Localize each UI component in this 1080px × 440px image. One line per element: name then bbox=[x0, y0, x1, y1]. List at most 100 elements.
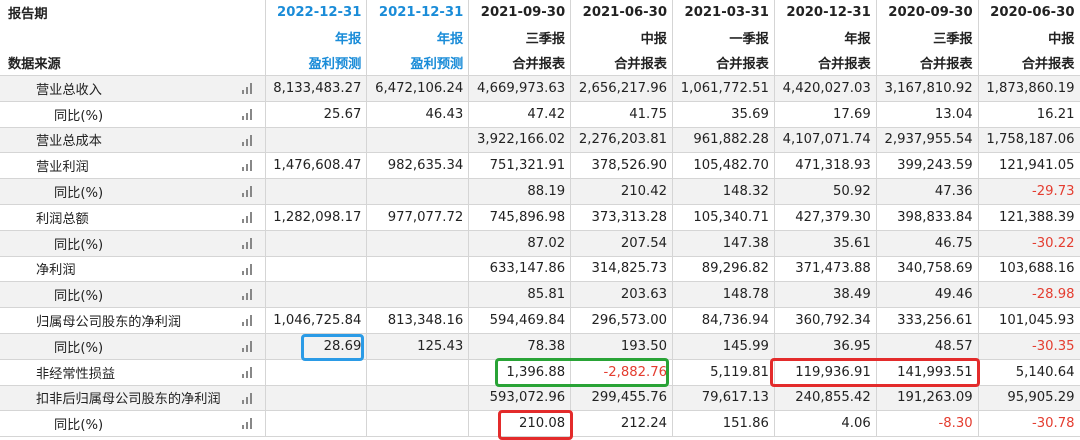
table-row: 非经常性损益 1,396.88 -2,882.76 5,119.81 119,936.9… bbox=[0, 359, 1080, 386]
table-cell: 427,379.30 bbox=[774, 204, 877, 231]
table-cell: 3,922,166.02 bbox=[468, 127, 572, 154]
period-header[interactable]: 2020-12-31 bbox=[774, 0, 877, 25]
table-cell: 78.38 bbox=[468, 333, 572, 360]
row-label: 非经常性损益 bbox=[0, 359, 266, 386]
table-cell: 47.42 bbox=[468, 101, 572, 128]
table-cell: 17.69 bbox=[774, 101, 877, 128]
bar-chart-icon[interactable] bbox=[241, 263, 255, 275]
table-cell bbox=[265, 230, 368, 257]
period-header[interactable]: 2021-06-30 bbox=[570, 0, 673, 25]
table-cell: 471,318.93 bbox=[774, 152, 877, 180]
row-label: 同比(%) bbox=[0, 101, 266, 128]
table-cell: 5,119.81 bbox=[672, 359, 775, 386]
period-header[interactable]: 2020-06-30 bbox=[978, 0, 1080, 25]
table-cell: 594,469.84 bbox=[468, 307, 572, 334]
table-row: 扣非后归属母公司股东的净利润 593,072.96 299,455.76 79,617… bbox=[0, 385, 1080, 412]
table-row: 营业总收入 8,133,483.27 6,472,106.24 4,669,973.6… bbox=[0, 75, 1080, 102]
table-cell bbox=[366, 281, 470, 309]
row-label-text: 非经常性损益 bbox=[36, 366, 116, 382]
table-cell: 207.54 bbox=[570, 230, 673, 257]
table-cell: 151.86 bbox=[672, 410, 775, 438]
period-header[interactable]: 2022-12-31 bbox=[265, 0, 368, 25]
table-cell: 89,296.82 bbox=[672, 256, 775, 283]
source-header: 合并报表 bbox=[672, 50, 775, 76]
bar-chart-icon[interactable] bbox=[241, 134, 255, 146]
bar-chart-icon[interactable] bbox=[241, 289, 255, 301]
table-cell: 105,482.70 bbox=[672, 152, 775, 180]
table-cell: 4,107,071.74 bbox=[774, 127, 877, 154]
bar-chart-icon[interactable] bbox=[241, 418, 255, 430]
table-cell: 745,896.98 bbox=[468, 204, 572, 231]
report-type-header: 年报 bbox=[265, 25, 368, 50]
table-cell: 633,147.86 bbox=[468, 256, 572, 283]
table-cell bbox=[366, 178, 470, 205]
financial-table-view: 报告期 2022-12-31 2021-12-31 2021-09-30 202… bbox=[0, 0, 1080, 440]
bar-chart-icon[interactable] bbox=[241, 392, 255, 404]
table-cell: 977,077.72 bbox=[366, 204, 470, 231]
row-label: 营业总收入 bbox=[0, 75, 266, 102]
row-label: 营业总成本 bbox=[0, 127, 266, 154]
bar-chart-icon[interactable] bbox=[241, 237, 255, 249]
table-cell bbox=[366, 410, 470, 438]
table-cell: 148.78 bbox=[672, 281, 775, 309]
bar-chart-icon[interactable] bbox=[241, 186, 255, 198]
table-cell: 3,167,810.92 bbox=[876, 75, 979, 102]
table-cell: 4,420,027.03 bbox=[774, 75, 877, 102]
table-cell: 47.36 bbox=[876, 178, 979, 205]
table-cell: -30.35 bbox=[978, 333, 1080, 360]
source-header: 合并报表 bbox=[774, 50, 877, 76]
table-cell: 103,688.16 bbox=[978, 256, 1080, 283]
row-label-text: 营业总成本 bbox=[36, 134, 102, 150]
bar-chart-icon[interactable] bbox=[241, 366, 255, 378]
header-label-period: 报告期 bbox=[0, 0, 266, 25]
source-header: 合并报表 bbox=[570, 50, 673, 76]
table-cell: 813,348.16 bbox=[366, 307, 470, 334]
table-cell bbox=[265, 127, 368, 154]
row-label: 归属母公司股东的净利润 bbox=[0, 307, 266, 334]
report-type-header: 中报 bbox=[570, 25, 673, 50]
table-cell: 240,855.42 bbox=[774, 385, 877, 412]
table-cell: 203.63 bbox=[570, 281, 673, 309]
row-label-text: 同比(%) bbox=[54, 289, 104, 305]
table-cell: 360,792.34 bbox=[774, 307, 877, 334]
table-cell: 125.43 bbox=[366, 333, 470, 360]
row-label-text: 同比(%) bbox=[54, 237, 104, 253]
header-row-period: 报告期 2022-12-31 2021-12-31 2021-09-30 202… bbox=[0, 0, 1080, 25]
period-header[interactable]: 2021-09-30 bbox=[468, 0, 572, 25]
table-row: 同比(%) 88.19 210.42 148.32 50.92 47.36 -29.73 bbox=[0, 178, 1080, 205]
period-header[interactable]: 2021-03-31 bbox=[672, 0, 775, 25]
bar-chart-icon[interactable] bbox=[241, 340, 255, 352]
table-cell: 87.02 bbox=[468, 230, 572, 257]
bar-chart-icon[interactable] bbox=[241, 108, 255, 120]
table-cell: 1,396.88 bbox=[468, 359, 572, 386]
table-cell bbox=[366, 256, 470, 283]
table-cell: 38.49 bbox=[774, 281, 877, 309]
table-cell bbox=[265, 281, 368, 309]
table-cell: 8,133,483.27 bbox=[265, 75, 368, 102]
table-row: 同比(%) 210.08 212.24 151.86 4.06 -8.30 -30.78 bbox=[0, 410, 1080, 438]
table-cell: 25.67 bbox=[265, 101, 368, 128]
source-header: 盈利预测 bbox=[265, 50, 368, 76]
table-cell: 88.19 bbox=[468, 178, 572, 205]
table-cell: 84,736.94 bbox=[672, 307, 775, 334]
bar-chart-icon[interactable] bbox=[241, 160, 255, 172]
report-type-header: 三季报 bbox=[468, 25, 572, 50]
table-row: 同比(%) 28.69 125.43 78.38 193.50 145.99 36.95 48… bbox=[0, 333, 1080, 360]
table-cell: -2,882.76 bbox=[570, 359, 673, 386]
table-cell: 378,526.90 bbox=[570, 152, 673, 180]
bar-chart-icon[interactable] bbox=[241, 211, 255, 223]
row-label: 同比(%) bbox=[0, 333, 266, 360]
row-label-text: 同比(%) bbox=[54, 418, 104, 434]
bar-chart-icon[interactable] bbox=[241, 83, 255, 94]
table-cell: 314,825.73 bbox=[570, 256, 673, 283]
row-label: 同比(%) bbox=[0, 178, 266, 205]
table-cell: 46.43 bbox=[366, 101, 470, 128]
bar-chart-icon[interactable] bbox=[241, 315, 255, 327]
table-cell bbox=[265, 359, 368, 386]
period-header[interactable]: 2021-12-31 bbox=[366, 0, 470, 25]
row-label-text: 扣非后归属母公司股东的净利润 bbox=[36, 392, 221, 408]
table-cell: 2,656,217.96 bbox=[570, 75, 673, 102]
period-header[interactable]: 2020-09-30 bbox=[876, 0, 979, 25]
table-cell: -30.78 bbox=[978, 410, 1080, 438]
row-label: 利润总额 bbox=[0, 204, 266, 231]
